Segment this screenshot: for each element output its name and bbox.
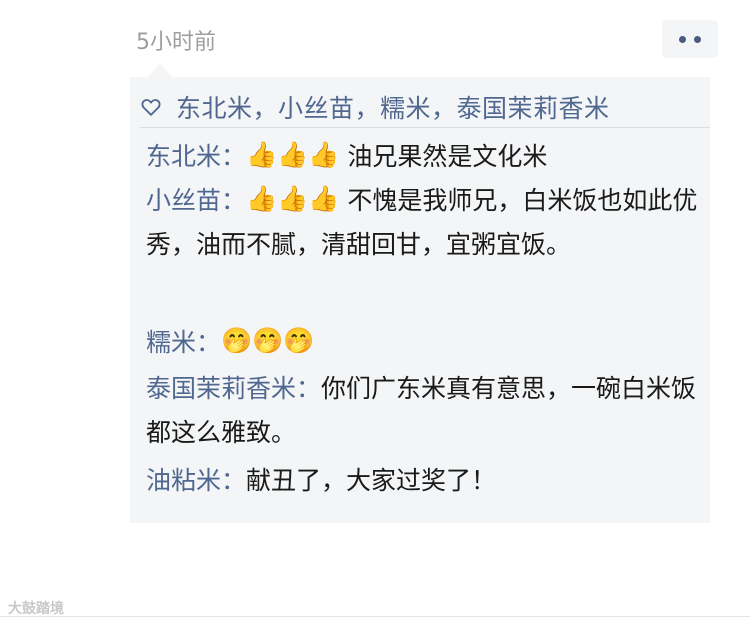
likes-divider: [140, 127, 710, 128]
comment-separator: ：: [221, 466, 247, 495]
likes-row: 东北米，小丝苗，糯米，泰国茉莉香米: [140, 91, 610, 123]
watermark-logo: 大鼓踏境: [8, 601, 64, 617]
more-dots-icon: [694, 35, 701, 43]
comment-panel: 东北米，小丝苗，糯米，泰国茉莉香米 东北米：👍👍👍 油兄果然是文化米 小丝苗：👍…: [130, 77, 710, 523]
comment-separator: ：: [296, 374, 322, 403]
thumbs-up-icon: 👍👍👍: [246, 140, 340, 169]
comment-panel-arrow: [148, 64, 172, 77]
comment-item[interactable]: 油粘米：献丑了，大家过奖了！: [146, 459, 704, 503]
comment-author[interactable]: 小丝苗: [146, 186, 221, 215]
comment-item[interactable]: 东北米：👍👍👍 油兄果然是文化米: [146, 135, 704, 179]
comment-author[interactable]: 东北米: [146, 142, 221, 171]
comment-item[interactable]: 小丝苗：👍👍👍 不愧是我师兄，白米饭也如此优秀，油而不腻，清甜回甘，宜粥宜饭。: [146, 179, 704, 267]
face-hand-over-mouth-icon: 🤭🤭🤭: [221, 326, 315, 355]
more-dots-icon: [679, 35, 686, 43]
comment-item[interactable]: 糯米：🤭🤭🤭: [146, 321, 704, 365]
more-options-button[interactable]: [662, 20, 718, 58]
comment-item[interactable]: 泰国茉莉香米：你们广东米真有意思，一碗白米饭都这么雅致。: [146, 367, 704, 455]
comment-author[interactable]: 油粘米: [146, 466, 221, 495]
comment-author[interactable]: 泰国茉莉香米: [146, 374, 296, 403]
comment-text: 油兄果然是文化米: [339, 142, 548, 171]
thumbs-up-icon: 👍👍👍: [246, 184, 340, 213]
bottom-divider: [0, 616, 750, 617]
post-timestamp: 5小时前: [136, 30, 216, 55]
comment-author[interactable]: 糯米: [146, 328, 196, 357]
comment-separator: ：: [221, 142, 247, 171]
likes-names[interactable]: 东北米，小丝苗，糯米，泰国茉莉香米: [176, 89, 610, 125]
comment-text: 献丑了，大家过奖了！: [246, 466, 497, 495]
heart-outline-icon: [141, 99, 161, 116]
comment-separator: ：: [221, 186, 247, 215]
comment-separator: ：: [196, 328, 222, 357]
